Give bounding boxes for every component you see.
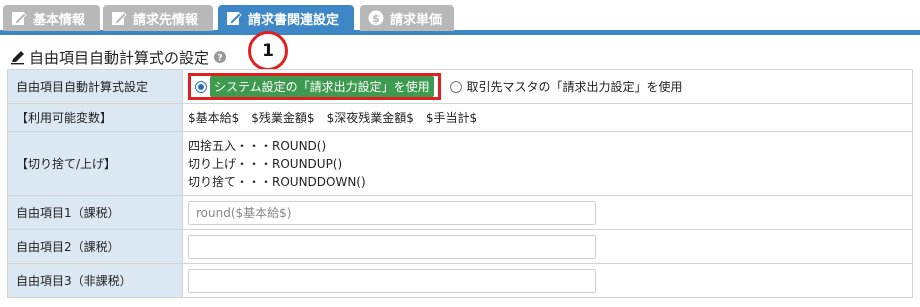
dollar-icon: $ <box>368 10 384 26</box>
row-value <box>182 195 913 230</box>
rounding-rule: 四捨五入・・・ROUND() <box>188 138 327 153</box>
annotation-marker: 1 <box>248 31 288 71</box>
rounding-rules: 四捨五入・・・ROUND() 切り上げ・・・ROUNDUP() 切り捨て・・・R… <box>182 131 913 196</box>
row-value: システム設定の「請求出力設定」を使用 取引先マスタの「請求出力設定」を使用 <box>182 69 913 104</box>
tab-billing-info[interactable]: 請求先情報 <box>103 5 213 31</box>
variable-item: $深夜残業金額$ <box>326 111 414 125</box>
variable-item: $基本給$ <box>188 111 240 125</box>
tab-label: 請求書関連設定 <box>248 12 340 28</box>
svg-text:$: $ <box>372 12 380 25</box>
row-label: 自由項目1（課税） <box>7 195 183 230</box>
table-row: 自由項目1（課税） <box>7 195 913 230</box>
variable-item: $残業金額$ <box>251 111 315 125</box>
row-value <box>182 263 913 298</box>
free-item-3-input[interactable] <box>188 268 596 293</box>
variables-list: $基本給$ $残業金額$ $深夜残業金額$ $手当計$ <box>182 103 913 132</box>
tab-basic-info[interactable]: 基本情報 <box>3 5 100 31</box>
radio-button-system[interactable] <box>195 80 207 93</box>
table-row: 自由項目3（非課税） <box>7 263 913 298</box>
rounding-rule: 切り上げ・・・ROUNDUP() <box>188 156 343 171</box>
option-system-setting[interactable]: システム設定の「請求出力設定」を使用 <box>188 73 441 100</box>
tab-billing-rate[interactable]: $ 請求単価 <box>360 5 454 31</box>
tab-label: 請求先情報 <box>133 12 199 28</box>
tab-invoice-settings[interactable]: 請求書関連設定 <box>218 5 354 31</box>
row-label: 【切り捨て/上げ】 <box>7 131 183 196</box>
edit-icon <box>112 12 127 25</box>
section-title: 自由項目自動計算式の設定 ? <box>10 46 227 68</box>
tab-label: 請求単価 <box>390 12 443 28</box>
radio-button-client[interactable] <box>450 80 463 93</box>
settings-table: 自由項目自動計算式設定 システム設定の「請求出力設定」を使用 取引先マスタの「請… <box>7 69 913 298</box>
rounding-rule: 切り捨て・・・ROUNDDOWN() <box>188 174 366 189</box>
variable-item: $手当計$ <box>425 111 478 125</box>
free-item-2-input[interactable] <box>188 234 596 259</box>
free-item-1-input[interactable] <box>188 200 596 225</box>
help-icon[interactable]: ? <box>214 51 227 64</box>
row-label: 【利用可能変数】 <box>7 103 183 132</box>
table-row: 自由項目2（課税） <box>7 229 913 264</box>
edit-icon <box>12 12 27 25</box>
section-title-text: 自由項目自動計算式の設定 <box>29 48 210 67</box>
row-label: 自由項目自動計算式設定 <box>7 69 183 104</box>
edit-icon <box>227 12 242 25</box>
tab-label: 基本情報 <box>33 12 86 28</box>
option-client-master[interactable]: 取引先マスタの「請求出力設定」を使用 <box>450 78 683 95</box>
row-value <box>182 229 913 264</box>
table-row: 【利用可能変数】 $基本給$ $残業金額$ $深夜残業金額$ $手当計$ <box>7 103 913 132</box>
option-system-label: システム設定の「請求出力設定」を使用 <box>210 76 434 97</box>
pencil-icon <box>11 51 24 65</box>
annotation-number: 1 <box>262 41 274 61</box>
row-label: 自由項目3（非課税） <box>7 263 183 298</box>
table-row: 【切り捨て/上げ】 四捨五入・・・ROUND() 切り上げ・・・ROUNDUP(… <box>7 131 913 196</box>
table-row: 自由項目自動計算式設定 システム設定の「請求出力設定」を使用 取引先マスタの「請… <box>7 69 913 104</box>
tab-bar: 基本情報 請求先情報 請求書関連設定 $ 請求単価 <box>0 0 920 35</box>
option-client-label: 取引先マスタの「請求出力設定」を使用 <box>466 80 683 94</box>
svg-text:?: ? <box>217 54 222 64</box>
row-label: 自由項目2（課税） <box>7 229 183 264</box>
